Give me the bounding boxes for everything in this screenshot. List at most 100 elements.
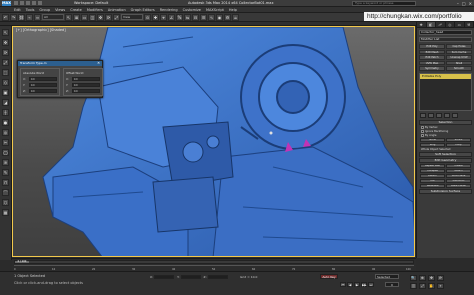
shrink-button[interactable]: Shrink [446, 137, 471, 142]
next-frame-icon[interactable]: ▶▶ [361, 282, 367, 287]
offset-x-field[interactable] [72, 77, 100, 81]
time-slider[interactable]: 0 / 100 [14, 260, 414, 264]
bevel-tool-icon[interactable]: ◇ [2, 79, 9, 86]
modifier-button[interactable]: Smooth [446, 66, 472, 71]
attach-button[interactable]: Attach [446, 168, 471, 173]
rollout-selection[interactable]: Selection [419, 119, 472, 125]
undo-button[interactable]: ↶ [2, 13, 9, 21]
modifier-button[interactable]: UVW Map [419, 60, 445, 65]
workspace-selector[interactable]: Workspace: Default [74, 1, 108, 5]
modifier-list-dropdown[interactable]: Modifier List [419, 37, 472, 42]
bind-spacewarp-icon[interactable]: ≈ [34, 13, 41, 21]
modifier-button[interactable]: Edit Poly [419, 44, 445, 49]
ring-button[interactable]: Ring [420, 142, 445, 147]
menu-create[interactable]: Create [70, 8, 82, 12]
absolute-y-field[interactable] [29, 83, 57, 87]
current-frame-field[interactable]: 0 [385, 282, 399, 287]
grow-button[interactable]: Grow [420, 137, 445, 142]
open-file-icon[interactable] [20, 1, 24, 5]
select-scale-icon[interactable]: ⤢ [113, 13, 120, 21]
zoom-extents-icon[interactable]: ✥ [428, 275, 435, 281]
offset-y-field[interactable] [72, 83, 100, 87]
cap-tool-icon[interactable]: ⬡ [2, 199, 9, 206]
offset-z-field[interactable] [72, 89, 100, 93]
rectangular-selection-icon[interactable]: ▭ [81, 13, 88, 21]
loop-button[interactable]: Loop [446, 142, 471, 147]
redo-button[interactable]: ↷ [10, 13, 17, 21]
extrude-tool-icon[interactable]: ⬚ [2, 69, 9, 76]
selection-filter-dropdown[interactable]: All [42, 14, 64, 20]
slice-plane-button[interactable]: Slice Plane [446, 173, 471, 178]
rollout-edit-geometry[interactable]: Edit Geometry [419, 157, 472, 163]
checkbox-by-vertex[interactable]: By Vertex [421, 125, 470, 129]
redo-icon[interactable] [38, 1, 42, 5]
menu-help[interactable]: Help [229, 8, 237, 12]
msmooth-button[interactable]: MSmooth [446, 178, 471, 183]
render-icon[interactable]: ☕ [232, 13, 239, 21]
select-object-icon[interactable]: ↖ [65, 13, 72, 21]
menu-graph-editors[interactable]: Graph Editors [131, 8, 155, 12]
show-end-result-icon[interactable] [428, 112, 434, 118]
menu-maxscript[interactable]: MAXScript [206, 8, 224, 12]
tab-motion[interactable]: ◎ [446, 22, 455, 27]
cut-button[interactable]: Cut [420, 178, 445, 183]
select-tool-icon[interactable]: ↖ [2, 29, 9, 36]
align-icon[interactable]: ⊟ [192, 13, 199, 21]
save-file-icon[interactable] [26, 1, 30, 5]
mirror-icon[interactable]: ⇋ [184, 13, 191, 21]
curve-editor-icon[interactable]: ∿ [208, 13, 215, 21]
go-to-end-icon[interactable]: ⏭ [368, 282, 374, 287]
inset-tool-icon[interactable]: ▣ [2, 89, 9, 96]
menu-group[interactable]: Group [39, 8, 50, 12]
modifier-button[interactable]: Unwrap UVW [446, 55, 472, 60]
z-coordinate-field[interactable] [207, 275, 228, 279]
new-file-icon[interactable] [14, 1, 18, 5]
undo-icon[interactable] [32, 1, 36, 5]
menu-rendering[interactable]: Rendering [160, 8, 178, 12]
app-logo[interactable]: MAX [2, 1, 11, 6]
paint-deform-tool-icon[interactable]: ✎ [2, 169, 9, 176]
window-crossing-icon[interactable]: ◫ [89, 13, 96, 21]
target-icon[interactable]: ⌖ [437, 283, 444, 289]
bridge-tool-icon[interactable]: ⊓ [2, 179, 9, 186]
weld-tool-icon[interactable]: ● [2, 119, 9, 126]
object-name-field[interactable]: Collector_head [419, 30, 472, 35]
menu-views[interactable]: Views [55, 8, 65, 12]
swift-loop-tool-icon[interactable]: ◯ [2, 149, 9, 156]
search-input[interactable]: Type a keyword or phrase [352, 1, 416, 6]
configure-sets-icon[interactable] [452, 112, 458, 118]
target-weld-tool-icon[interactable]: ◎ [2, 129, 9, 136]
absolute-x-field[interactable] [29, 77, 57, 81]
percent-snap-icon[interactable]: % [176, 13, 183, 21]
scale-tool-icon[interactable]: ⤢ [2, 59, 9, 66]
menu-tools[interactable]: Tools [26, 8, 35, 12]
viewport-label[interactable]: [+] [Orthographic] [Shaded] [16, 28, 66, 32]
close-button[interactable]: ✕ [469, 1, 472, 6]
previous-frame-icon[interactable]: ◀ [347, 282, 353, 287]
modifier-button[interactable]: Shell [446, 60, 472, 65]
minimize-button[interactable]: – [457, 1, 459, 6]
create-button[interactable]: Create [446, 163, 471, 168]
absolute-z-field[interactable] [29, 89, 57, 93]
grid-tool-icon[interactable]: ▦ [2, 209, 9, 216]
time-slider-thumb[interactable]: 0 / 100 [15, 260, 29, 263]
hinge-tool-icon[interactable]: ⌒ [2, 189, 9, 196]
zoom-icon[interactable]: 🔍 [410, 275, 417, 281]
render-setup-icon[interactable]: ⚙ [224, 13, 231, 21]
menu-customize[interactable]: Customize [183, 8, 201, 12]
unlink-icon[interactable]: ⌁ [26, 13, 33, 21]
angle-snap-icon[interactable]: ∠ [168, 13, 175, 21]
auto-key-button[interactable]: Auto Key [320, 274, 338, 279]
reference-coordinate-dropdown[interactable]: View [121, 14, 143, 20]
relax-tool-icon[interactable]: ≋ [2, 159, 9, 166]
tab-hierarchy[interactable]: ☍ [436, 22, 446, 27]
rollout-subdivision-surface[interactable]: Subdivision Surface [419, 188, 472, 194]
repeat-last-button[interactable]: Repeat Last [420, 163, 445, 168]
maximize-button[interactable]: □ [462, 1, 466, 6]
tab-display[interactable]: ▭ [455, 22, 465, 27]
pin-stack-icon[interactable] [420, 112, 426, 118]
tab-create[interactable]: ✚ [417, 22, 427, 27]
manipulate-icon[interactable]: ✚ [152, 13, 159, 21]
move-tool-icon[interactable]: ✥ [2, 39, 9, 46]
select-move-icon[interactable]: ✥ [97, 13, 104, 21]
